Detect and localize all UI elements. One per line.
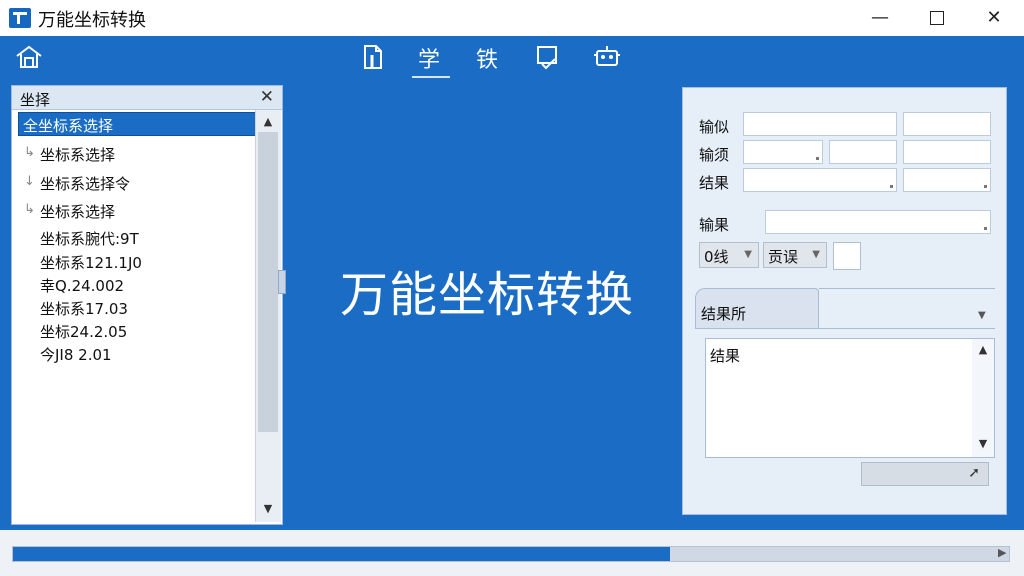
minimize-button[interactable]: —	[854, 0, 906, 36]
error-type-select[interactable]: 贡误 ▼	[763, 242, 827, 268]
coordinate-system-list: 全坐标系选择 ↳ 坐标系选择 ↓ 坐标系选择令 ↳ 坐标系选择 坐标系腕代:9T 坐标…	[18, 112, 256, 520]
panel-title: 坐择	[20, 91, 51, 109]
progress-fill	[13, 547, 671, 561]
coordinate-system-panel: 坐择 ✕ 全坐标系选择 ↳ 坐标系选择 ↓ 坐标系选择令 ↳ 坐标系选择 坐标系腕代:…	[11, 85, 283, 525]
list-item[interactable]: 坐标系17.03	[18, 296, 256, 320]
result-label: 结果	[699, 174, 730, 192]
document-icon[interactable]	[358, 42, 388, 72]
window-title: 万能坐标转换	[38, 10, 146, 31]
list-item[interactable]: 幸Q.24.002	[18, 273, 256, 297]
output-field[interactable]	[765, 210, 991, 234]
panel-splitter-handle[interactable]	[278, 270, 286, 294]
list-item[interactable]: ↳ 坐标系选择	[18, 142, 256, 166]
output-label: 输果	[699, 216, 730, 234]
tab-results[interactable]: 结果所	[695, 288, 819, 328]
chevron-down-icon: ▼	[744, 249, 752, 260]
result-field-2[interactable]	[903, 168, 991, 192]
input-label: 输似	[699, 118, 730, 136]
learn-tool-icon[interactable]: 学	[418, 42, 440, 74]
progress-bar: ▶	[12, 546, 1010, 562]
minimize-icon: —	[871, 7, 889, 28]
robot-icon[interactable]	[592, 42, 622, 72]
title-bar: 万能坐标转换 — ✕	[0, 0, 1024, 36]
input-field-2[interactable]	[903, 112, 991, 136]
color-picker[interactable]	[833, 242, 861, 270]
line-type-select[interactable]: 0线 ▼	[699, 242, 759, 268]
tree-twig-icon: ↓	[24, 174, 35, 189]
scroll-right-icon[interactable]: ▶	[998, 546, 1006, 559]
tab-divider	[695, 328, 995, 329]
center-title: 万能坐标转换	[340, 267, 635, 323]
list-item[interactable]: 全坐标系选择	[18, 112, 256, 136]
result-scrollbar[interactable]: ▲ ▼	[972, 339, 994, 457]
scroll-down-icon[interactable]: ▼	[256, 502, 280, 515]
panel-header: 坐择 ✕	[12, 86, 282, 110]
list-item[interactable]: 坐标24.2.05	[18, 319, 256, 343]
convert-tool-icon[interactable]: 铁	[476, 42, 498, 74]
list-item[interactable]: 坐标系121.1J0	[18, 250, 256, 274]
active-tool-indicator	[412, 76, 450, 78]
tree-twig-icon: ↳	[24, 145, 35, 160]
list-item[interactable]: 今JI8 2.01	[18, 342, 256, 366]
close-icon: ✕	[986, 7, 1002, 28]
send-icon: ➚	[968, 465, 980, 481]
maximize-icon	[930, 11, 944, 25]
app-logo-icon	[9, 8, 31, 28]
close-button[interactable]: ✕	[968, 0, 1020, 36]
tab-dropdown-icon[interactable]: ▼	[978, 310, 986, 321]
status-bar: ▶	[0, 530, 1024, 576]
list-item[interactable]: ↳ 坐标系选择	[18, 199, 256, 223]
chevron-down-icon: ▼	[812, 249, 820, 260]
source-field-3[interactable]	[903, 140, 991, 164]
input-field-1[interactable]	[743, 112, 897, 136]
scroll-thumb[interactable]	[258, 132, 278, 432]
conversion-panel: 输似 输须 结果 输果 0线 ▼ 贡误 ▼ 结果所 ▼ 结果 ▲ ▼ ➚	[682, 87, 1007, 515]
list-item[interactable]: ↓ 坐标系选择令	[18, 171, 256, 195]
export-button[interactable]: ➚	[861, 462, 989, 486]
scroll-up-icon[interactable]: ▲	[972, 343, 994, 356]
list-scrollbar[interactable]: ▲ ▼	[255, 110, 281, 522]
result-field-1[interactable]	[743, 168, 897, 192]
panel-close-icon[interactable]: ✕	[260, 87, 274, 107]
tab-2[interactable]	[819, 288, 859, 328]
list-item[interactable]: 坐标系腕代:9T	[18, 226, 256, 250]
maximize-button[interactable]	[911, 0, 963, 36]
home-icon[interactable]	[14, 42, 44, 72]
scroll-down-icon[interactable]: ▼	[972, 437, 994, 450]
tab-3[interactable]	[859, 288, 995, 328]
source-label: 输须	[699, 146, 730, 164]
scroll-up-icon[interactable]: ▲	[256, 115, 280, 128]
result-textarea[interactable]: 结果 ▲ ▼	[705, 338, 995, 458]
settings-check-icon[interactable]	[533, 42, 563, 72]
tree-twig-icon: ↳	[24, 202, 35, 217]
source-field-2[interactable]	[829, 140, 897, 164]
source-field-1[interactable]	[743, 140, 823, 164]
